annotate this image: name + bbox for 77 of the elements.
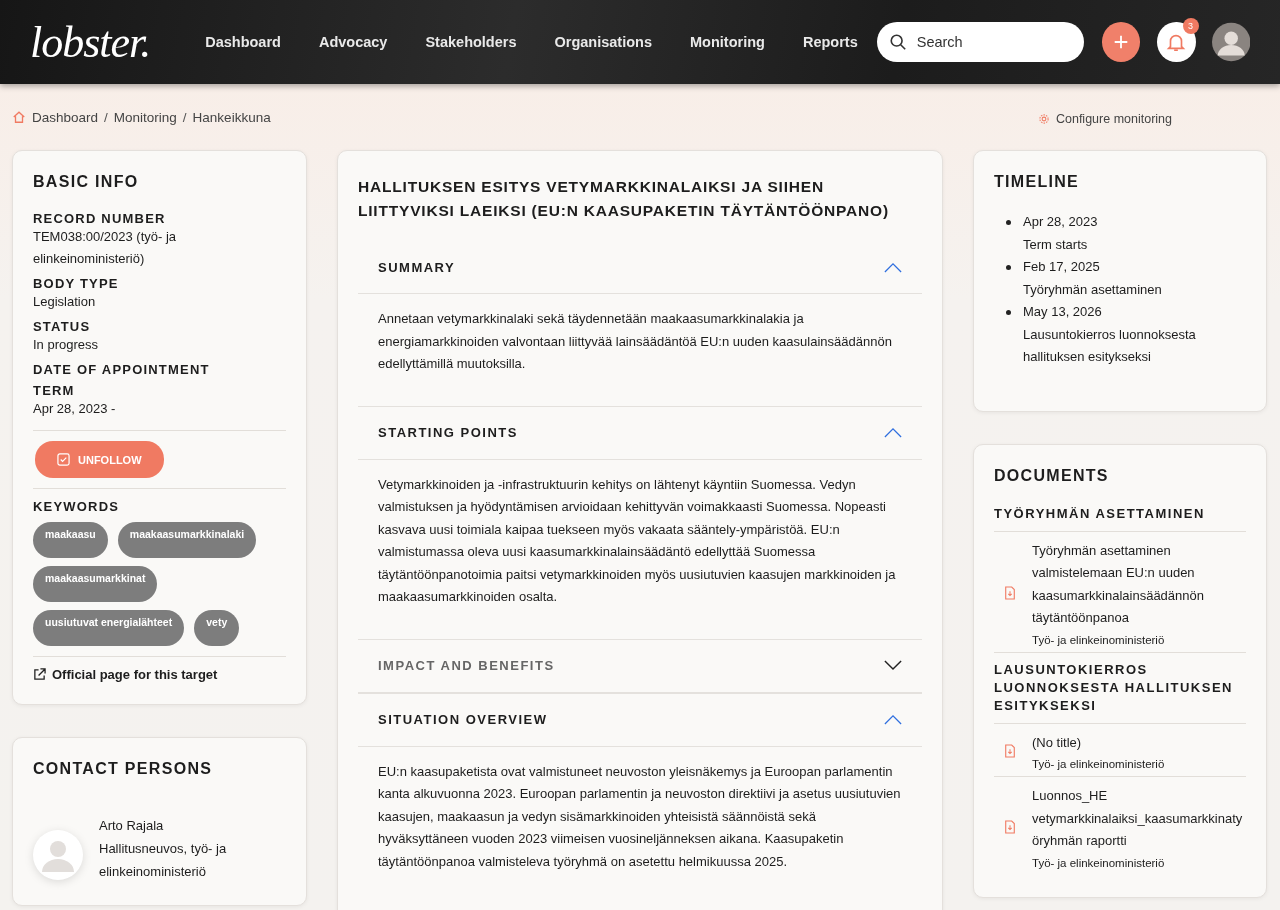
accordion-header[interactable]: SUMMARY bbox=[358, 241, 922, 294]
keyword-tag[interactable]: maakaasumarkkinat bbox=[33, 566, 158, 602]
keyword-tag[interactable]: uusiutuvat energialähteet bbox=[33, 610, 185, 646]
checkbox-icon bbox=[57, 453, 70, 466]
contact-name: Arto Rajala bbox=[99, 817, 165, 835]
card-title: CONTACT PERSONS bbox=[33, 760, 214, 778]
document-link[interactable]: Luonnos_HE vetymarkkinalaiksi_kaasumarkkinatyöryhmän raportti bbox=[1032, 785, 1246, 853]
section-text: Vetymarkkinoiden ja -infrastruktuurin kehitys on lähtenyt käyntiin Suomessa. Vedyn valmistuksen ja hyödyntämisen arvioidaan kehittyvän voimakkaasti Suomessa. Nopeasti kasvava uusi toimiala kaipaa tuekseen myös vakaata sääntely-ympäristöä. EU:n valmistumassa oleva uusi kaasumarkkinalainsäädäntö edellyttää Suomessa täytäntöönpanotoimia paitsi vetymarkkinoiden myös uusiutuvien kaasujen markkinoiden ja maakaasumarkkinoiden osalta. bbox=[377, 475, 897, 606]
configure-link[interactable]: Configure monitoring bbox=[1037, 112, 1172, 126]
document-group-title: TYÖRYHMÄN ASETTAMINEN bbox=[994, 504, 1246, 532]
home-icon bbox=[12, 110, 26, 124]
breadcrumb-separator: / bbox=[104, 109, 108, 125]
keyword-tag[interactable]: vety bbox=[194, 610, 240, 646]
person-avatar-icon bbox=[33, 830, 83, 880]
field-label: TERM bbox=[33, 383, 76, 398]
nav-link[interactable]: Stakeholders bbox=[406, 34, 536, 50]
nav-link[interactable]: Advocacy bbox=[299, 34, 407, 50]
event-date: Apr 28, 2023 bbox=[1023, 213, 1098, 231]
chevron-up-icon bbox=[884, 427, 902, 438]
card-title: BASIC INFO bbox=[33, 173, 140, 191]
event-label: Term starts bbox=[1023, 235, 1089, 254]
document-link[interactable]: (No title) bbox=[1032, 731, 1165, 754]
event-date: May 13, 2026 bbox=[1023, 303, 1103, 321]
nav-link[interactable]: Dashboard bbox=[186, 34, 300, 50]
field-value: TEM038:00/2023 (työ- ja elinkeinoministeriö) bbox=[33, 228, 178, 268]
accordion-header[interactable]: SITUATION OVERVIEW bbox=[358, 692, 922, 747]
field-value: Legislation bbox=[33, 293, 97, 311]
chevron-up-icon bbox=[884, 714, 902, 725]
document-link[interactable]: Työryhmän asettaminen valmistelemaan EU:n uuden kaasumarkkinalainsäädännön täytäntöönpanoa bbox=[1032, 539, 1246, 630]
add-button[interactable] bbox=[1101, 22, 1141, 62]
gear-icon bbox=[1037, 113, 1050, 125]
chevron-down-icon bbox=[884, 660, 902, 671]
avatar-icon[interactable] bbox=[1211, 22, 1250, 62]
page-title: HALLITUKSEN ESITYS VETYMARKKINALAIKSI JA SIIHEN LIITTYVIKSI LAEIKSI (EU:N KAASUPAKETIN TÄYTÄNTÖÖNPANO) bbox=[358, 177, 890, 221]
keyword-tag[interactable]: maakaasumarkkinalaki bbox=[117, 522, 257, 558]
breadcrumb-link[interactable]: Monitoring bbox=[113, 109, 177, 125]
search-icon bbox=[888, 33, 907, 51]
breadcrumb-link[interactable]: Hankeikkuna bbox=[192, 109, 271, 125]
nav-link[interactable]: Reports bbox=[783, 34, 877, 50]
document-source: Työ- ja elinkeinoministeriö bbox=[1032, 633, 1166, 646]
accordion-header[interactable]: IMPACT AND BENEFITS bbox=[358, 638, 922, 693]
logo[interactable]: lobster. bbox=[30, 16, 173, 68]
search-field[interactable]: Search bbox=[876, 22, 1084, 62]
field-label: BODY TYPE bbox=[33, 276, 120, 291]
breadcrumb-link[interactable]: Dashboard bbox=[32, 109, 99, 125]
bullet-icon bbox=[1006, 265, 1011, 270]
event-label: Lausuntokierros luonnoksesta hallituksen esitykseksi bbox=[1023, 325, 1197, 366]
file-download-icon bbox=[1004, 743, 1016, 758]
file-download-icon bbox=[1004, 819, 1016, 834]
accordion-header[interactable]: STARTING POINTS bbox=[358, 405, 922, 460]
chevron-up-icon bbox=[884, 261, 902, 273]
nav-link[interactable]: Monitoring bbox=[671, 34, 784, 50]
section-label: KEYWORDS bbox=[33, 499, 121, 514]
section-text: EU:n kaasupaketista ovat valmistuneet neuvoston yleisnäkemys ja Euroopan parlamentin kanta alkuvuonna 2023. Euroopan parlamentin ja neuvoston direktiivi ja asetus uusiutuvien kaasujen, maakaasun ja vedyn sisämarkkinoiden yhteisistä säännöistä sekä hyväksyttäneen vuoden 2023 viimeisen vuosineljänneksen aikana. Kaasupaketin täytäntöönpanoa valmisteleva työryhmä on asetettu helmikuussa 2025. bbox=[377, 762, 902, 871]
breadcrumb-separator: / bbox=[182, 109, 187, 125]
official-page-link[interactable]: Official page for this target bbox=[33, 667, 286, 682]
section-text: Annetaan vetymarkkinalaki sekä täydennetään maakaasumarkkinalakia ja energiamarkkinoiden valvontaan liittyvää lainsäädäntöä EU:n uuden kaasulainsäädännön edellyttämillä muutoksilla. bbox=[377, 310, 893, 373]
file-download-icon bbox=[1004, 585, 1016, 600]
bullet-icon bbox=[1006, 310, 1011, 315]
event-date: Feb 17, 2025 bbox=[1023, 258, 1101, 276]
keyword-tag[interactable]: maakaasu bbox=[33, 522, 108, 558]
field-label: RECORD NUMBER bbox=[33, 211, 167, 226]
document-group-title: LAUSUNTOKIERROS LUONNOKSESTA HALLITUKSEN ESITYKSEKSI bbox=[994, 660, 1246, 724]
document-source: Työ- ja elinkeinoministeriö bbox=[1032, 856, 1166, 869]
field-label: DATE OF APPOINTMENT bbox=[33, 362, 211, 377]
external-link-icon bbox=[33, 668, 46, 681]
field-value: In progress bbox=[33, 336, 100, 354]
field-value: Apr 28, 2023 - bbox=[33, 400, 117, 418]
document-source: Työ- ja elinkeinoministeriö bbox=[1032, 758, 1165, 770]
bullet-icon bbox=[1006, 220, 1011, 225]
field-label: STATUS bbox=[33, 319, 92, 334]
contact-role: Hallitusneuvos, työ- ja elinkeinoministeriö bbox=[99, 840, 228, 881]
notification-badge: 3 bbox=[1182, 18, 1199, 34]
card-title: DOCUMENTS bbox=[994, 466, 1110, 485]
nav-link[interactable]: Organisations bbox=[535, 34, 671, 50]
card-title: TIMELINE bbox=[994, 173, 1081, 191]
event-label: Työryhmän asettaminen bbox=[1023, 280, 1162, 299]
